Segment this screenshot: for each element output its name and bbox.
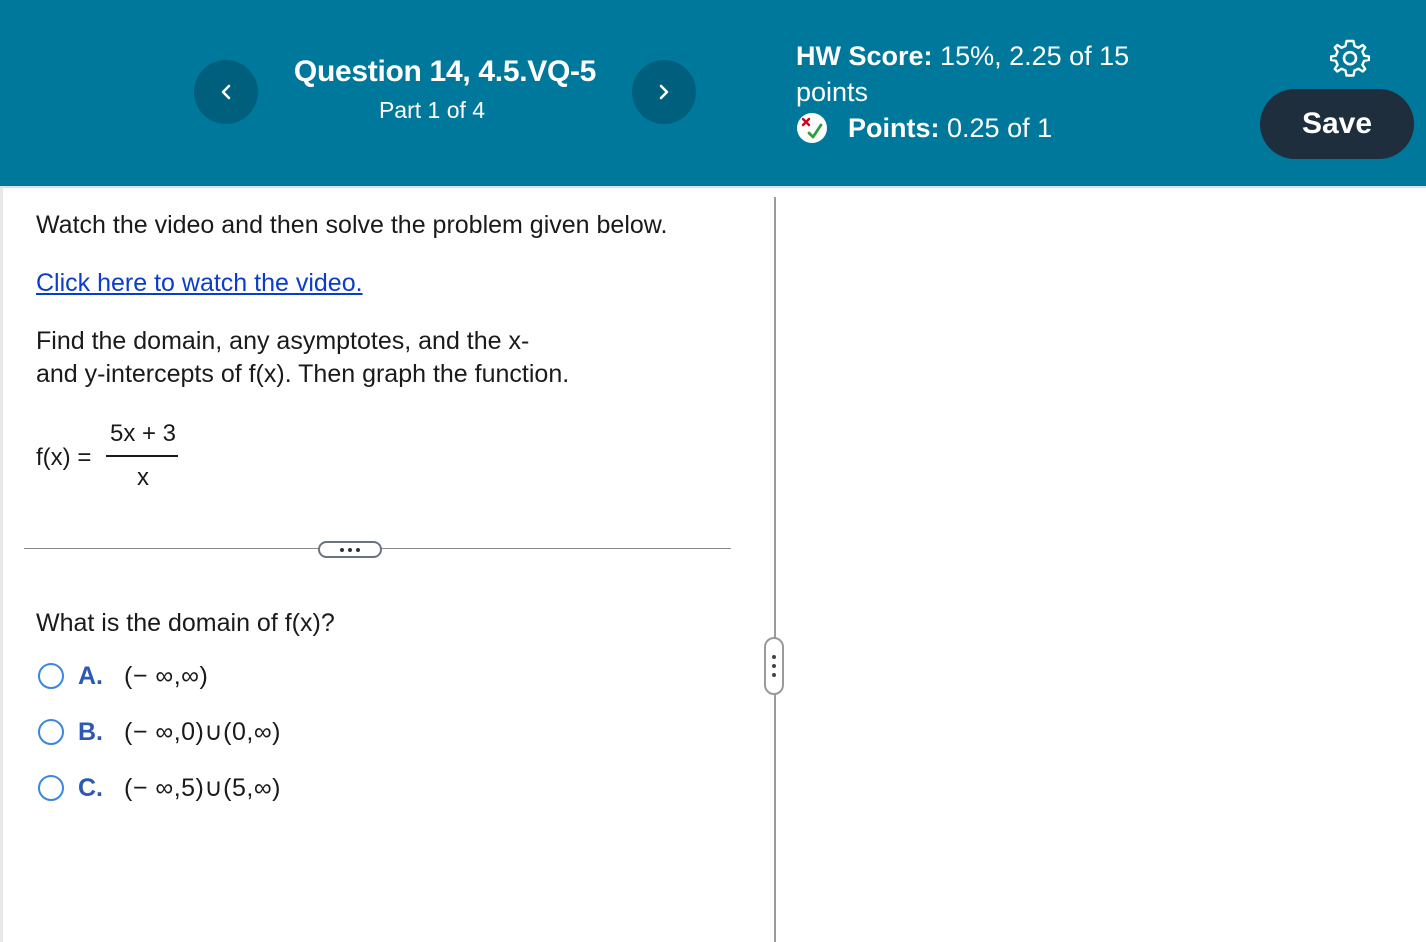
pane-resize-handle[interactable] bbox=[764, 637, 784, 695]
option-letter: A. bbox=[78, 661, 103, 690]
hw-score-unit: points bbox=[796, 77, 869, 107]
instruction-text: Watch the video and then solve the probl… bbox=[36, 211, 668, 239]
option-letter: B. bbox=[78, 717, 103, 746]
prompt-line-2: and y-intercepts of f(x). Then graph the… bbox=[36, 360, 570, 388]
option-b[interactable]: B. (− ∞,0)∪(0,∞) bbox=[38, 717, 281, 747]
option-c[interactable]: C. (− ∞,5)∪(5,∞) bbox=[38, 773, 281, 803]
hw-score-label: HW Score: bbox=[796, 41, 933, 71]
option-text: (− ∞,0)∪(0,∞) bbox=[124, 718, 281, 746]
chevron-right-icon bbox=[659, 84, 669, 100]
expand-more-button[interactable] bbox=[318, 541, 382, 558]
option-letter: C. bbox=[78, 773, 103, 802]
hw-score-value: 15%, 2.25 of 15 bbox=[940, 41, 1130, 71]
radio-button[interactable] bbox=[38, 719, 64, 745]
partial-credit-icon bbox=[797, 113, 827, 143]
function-numerator: 5x + 3 bbox=[109, 420, 177, 447]
header-bar: Question 14, 4.5.VQ-5 Part 1 of 4 HW Sco… bbox=[0, 0, 1426, 186]
question-part: Part 1 of 4 bbox=[378, 97, 486, 123]
points-value: 0.25 of 1 bbox=[947, 113, 1053, 143]
option-a[interactable]: A. (− ∞,∞) bbox=[38, 661, 208, 691]
more-dot bbox=[340, 547, 344, 552]
next-question-button[interactable] bbox=[632, 60, 696, 124]
radio-button[interactable] bbox=[38, 775, 64, 801]
domain-question: What is the domain of f(x)? bbox=[36, 609, 335, 637]
question-points: Points: 0.25 of 1 bbox=[796, 110, 1052, 146]
header-divider bbox=[0, 186, 1426, 188]
option-text: (− ∞,∞) bbox=[124, 661, 209, 690]
pane-divider bbox=[774, 197, 776, 942]
gear-icon[interactable] bbox=[1330, 38, 1370, 78]
chevron-left-icon bbox=[221, 84, 231, 100]
left-edge bbox=[0, 188, 3, 942]
more-dot bbox=[348, 547, 352, 552]
handle-dot bbox=[772, 673, 776, 677]
fraction-bar bbox=[106, 455, 178, 457]
function-lhs: f(x) = bbox=[36, 444, 92, 471]
previous-question-button[interactable] bbox=[194, 60, 258, 124]
option-text: (− ∞,5)∪(5,∞) bbox=[124, 774, 281, 802]
question-title: Question 14, 4.5.VQ-5 bbox=[293, 55, 597, 88]
hw-score: HW Score: 15%, 2.25 of 15 points bbox=[796, 38, 1196, 110]
prompt-line-1: Find the domain, any asymptotes, and the… bbox=[36, 327, 530, 355]
more-dot bbox=[356, 547, 360, 552]
save-button[interactable]: Save bbox=[1260, 89, 1414, 159]
points-label: Points: bbox=[848, 113, 940, 143]
handle-dot bbox=[772, 655, 776, 659]
handle-dot bbox=[772, 664, 776, 668]
radio-button[interactable] bbox=[38, 663, 64, 689]
function-denominator: x bbox=[137, 464, 149, 491]
video-link[interactable]: Click here to watch the video. bbox=[36, 267, 363, 300]
